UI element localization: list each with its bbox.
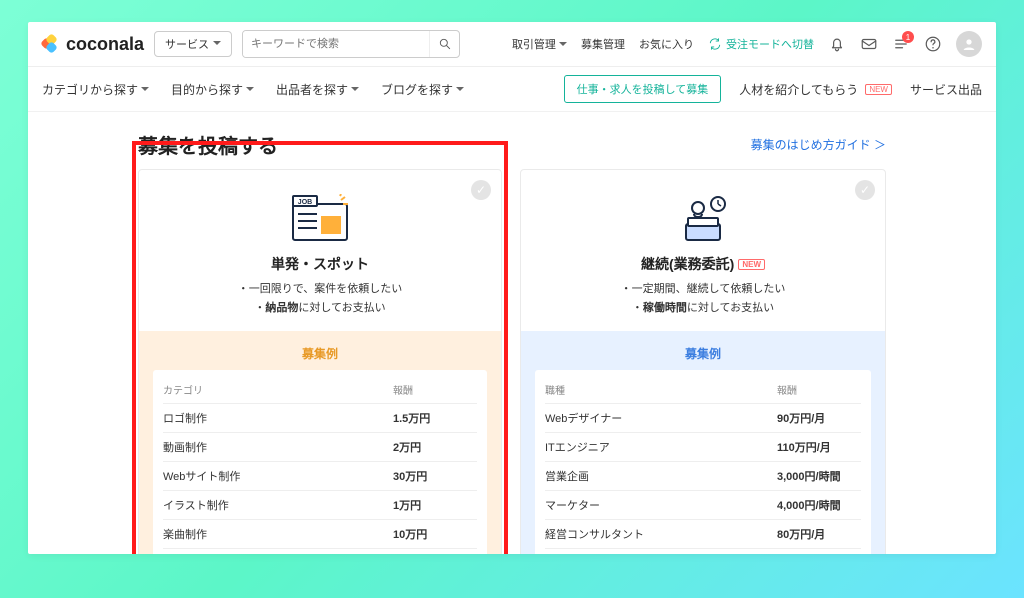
subnav-category[interactable]: カテゴリから探す (42, 81, 149, 98)
examples-heading: 募集例 (153, 341, 487, 370)
app-window: coconala サービス 取引管理 募集管理 お気に入り 受注モードへ切替 (28, 22, 996, 554)
table-row: 経営コンサルタント80万円/月 (545, 520, 861, 549)
post-job-button[interactable]: 仕事・求人を投稿して募集 (564, 75, 722, 103)
table-row: 営業企画3,000円/時間 (545, 462, 861, 491)
subheader: カテゴリから探す 目的から探す 出品者を探す ブログを探す 仕事・求人を投稿して… (28, 67, 996, 112)
nav-okiniiri[interactable]: お気に入り (639, 36, 694, 52)
header: coconala サービス 取引管理 募集管理 お気に入り 受注モードへ切替 (28, 22, 996, 67)
user-icon (961, 36, 977, 52)
referral-link[interactable]: 人材を紹介してもらうNEW (739, 81, 892, 98)
table-row: イラスト制作1万円 (163, 491, 477, 520)
card-continuous[interactable]: ✓ 継続(業務委託) NEW ・一定期間、継続して依頼したい・稼働時間に対してお… (520, 169, 886, 554)
chevron-down-icon (246, 82, 254, 96)
main-content: 募集を投稿する 募集のはじめ方ガイド ＞ ✓ JOB 単発・スポット ・一回限り… (28, 112, 996, 554)
mail-button[interactable] (860, 35, 878, 53)
service-listing-link[interactable]: サービス出品 (910, 81, 982, 98)
service-dropdown[interactable]: サービス (154, 31, 232, 57)
chevron-down-icon (213, 38, 221, 50)
check-icon: ✓ (471, 180, 491, 200)
table-row: マーケター4,000円/時間 (545, 491, 861, 520)
table-body: ロゴ制作1.5万円動画制作2万円Webサイト制作30万円イラスト制作1万円楽曲制… (163, 404, 477, 554)
mode-switch[interactable]: 受注モードへ切替 (708, 36, 814, 52)
header-right: 取引管理 募集管理 お気に入り 受注モードへ切替 1 (512, 31, 982, 57)
option-cards: ✓ JOB 単発・スポット ・一回限りで、案件を依頼したい・納品物に対してお支払… (138, 169, 886, 554)
page-title: 募集を投稿する (138, 130, 278, 159)
logo-mark-icon (42, 35, 60, 53)
help-button[interactable] (924, 35, 942, 53)
table-row: 代行・アシスタント1,500円/時間 (545, 549, 861, 554)
examples-heading: 募集例 (535, 341, 871, 370)
job-illustration-icon: JOB (149, 192, 491, 248)
service-dropdown-label: サービス (165, 36, 209, 52)
svg-text:JOB: JOB (298, 199, 312, 206)
check-icon: ✓ (855, 180, 875, 200)
bell-button[interactable] (828, 35, 846, 53)
table-row: Webサイト制作30万円 (163, 462, 477, 491)
table-row: ITエンジニア110万円/月 (545, 433, 861, 462)
search-icon (438, 37, 452, 51)
avatar[interactable] (956, 31, 982, 57)
table-row: スポットコンサル3万円 (163, 549, 477, 554)
nav-torihiki[interactable]: 取引管理 (512, 36, 567, 52)
table-row: ロゴ制作1.5万円 (163, 404, 477, 433)
worker-illustration-icon (531, 192, 875, 248)
subnav-purpose[interactable]: 目的から探す (171, 81, 254, 98)
subnav-seller[interactable]: 出品者を探す (276, 81, 359, 98)
chevron-down-icon (351, 82, 359, 96)
card-spot-desc: ・一回限りで、案件を依頼したい・納品物に対してお支払い (149, 280, 491, 317)
bell-icon (828, 35, 846, 53)
new-badge: NEW (738, 259, 765, 270)
card-continuous-desc: ・一定期間、継続して依頼したい・稼働時間に対してお支払い (531, 280, 875, 317)
list-button[interactable]: 1 (892, 35, 910, 53)
chevron-down-icon (141, 82, 149, 96)
table-row: 動画制作2万円 (163, 433, 477, 462)
refresh-icon (708, 37, 722, 51)
examples-table: カテゴリ報酬 ロゴ制作1.5万円動画制作2万円Webサイト制作30万円イラスト制… (153, 370, 487, 554)
brand-name: coconala (66, 34, 144, 55)
mail-icon (860, 35, 878, 53)
new-badge: NEW (865, 84, 892, 95)
guide-link[interactable]: 募集のはじめ方ガイド ＞ (751, 136, 886, 153)
help-icon (924, 35, 942, 53)
table-header: 職種報酬 (545, 376, 861, 404)
search-input[interactable] (243, 31, 429, 57)
card-spot[interactable]: ✓ JOB 単発・スポット ・一回限りで、案件を依頼したい・納品物に対してお支払… (138, 169, 502, 554)
chevron-down-icon (456, 82, 464, 96)
search-box (242, 30, 460, 58)
logo[interactable]: coconala (42, 34, 144, 55)
table-body: Webデザイナー90万円/月ITエンジニア110万円/月営業企画3,000円/時… (545, 404, 861, 554)
examples-table: 職種報酬 Webデザイナー90万円/月ITエンジニア110万円/月営業企画3,0… (535, 370, 871, 554)
search-button[interactable] (429, 31, 459, 57)
table-header: カテゴリ報酬 (163, 376, 477, 404)
table-row: Webデザイナー90万円/月 (545, 404, 861, 433)
chevron-down-icon (559, 39, 567, 51)
notification-badge: 1 (902, 31, 914, 43)
subnav-blog[interactable]: ブログを探す (381, 81, 464, 98)
card-spot-examples: 募集例 カテゴリ報酬 ロゴ制作1.5万円動画制作2万円Webサイト制作30万円イ… (139, 331, 501, 554)
card-continuous-examples: 募集例 職種報酬 Webデザイナー90万円/月ITエンジニア110万円/月営業企… (521, 331, 885, 554)
table-row: 楽曲制作10万円 (163, 520, 477, 549)
card-continuous-title: 継続(業務委託) NEW (641, 254, 765, 274)
nav-boshuu[interactable]: 募集管理 (581, 36, 625, 52)
card-spot-title: 単発・スポット (271, 254, 369, 274)
